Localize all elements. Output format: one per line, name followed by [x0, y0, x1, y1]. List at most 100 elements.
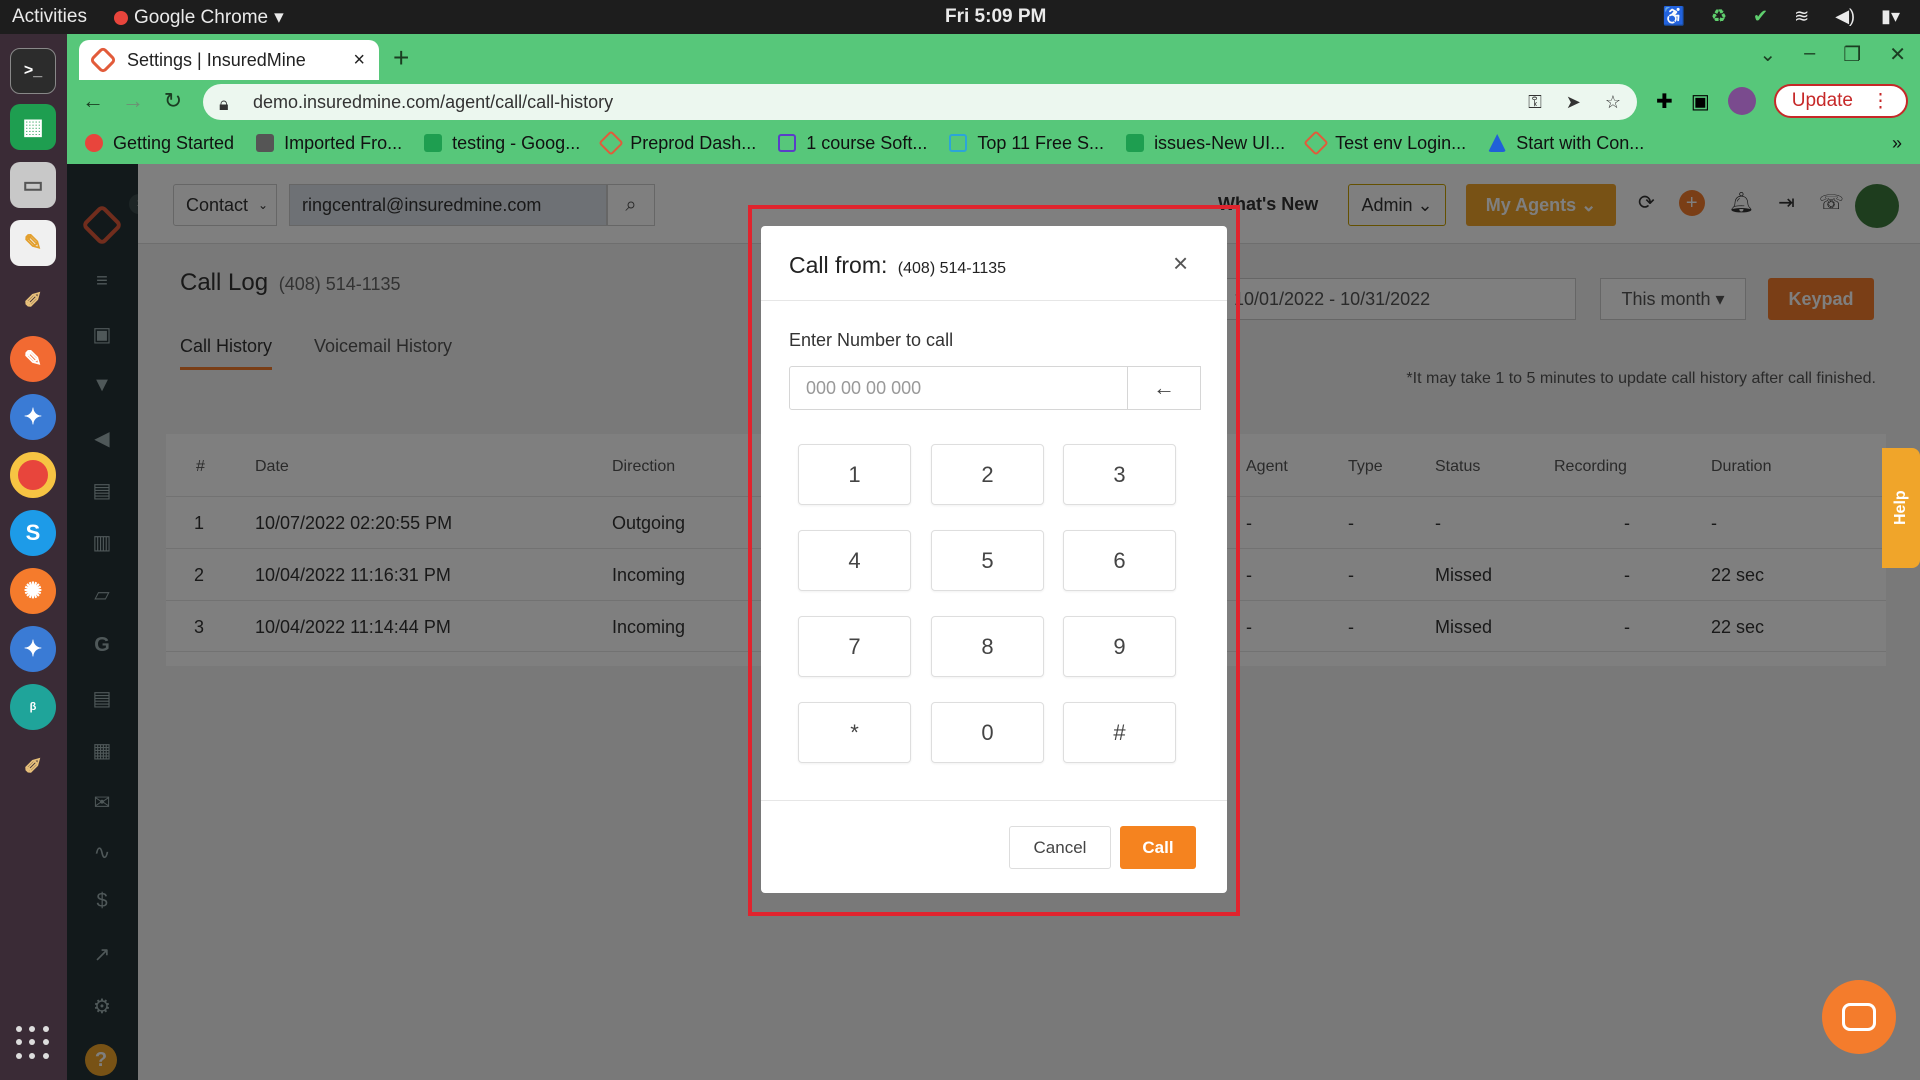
bookmark-item[interactable]: Top 11 Free S...: [949, 133, 1104, 154]
profile-icon[interactable]: [1727, 87, 1756, 115]
modal-footer-divider: [761, 800, 1227, 801]
maximize-icon[interactable]: ❐: [1843, 42, 1861, 67]
chrome-dock-icon[interactable]: [10, 452, 56, 498]
volume-icon[interactable]: ◀): [1835, 6, 1855, 27]
forward-icon[interactable]: →: [113, 88, 153, 114]
app-menu-label: Google Chrome: [134, 6, 269, 28]
window-controls: ⌄ – ❐ ✕: [1759, 42, 1906, 67]
folder-icon: [256, 134, 275, 152]
check-icon[interactable]: ✔: [1753, 6, 1768, 27]
bookmark-item[interactable]: 1 course Soft...: [778, 133, 927, 154]
extensions-icon[interactable]: ✚: [1656, 89, 1673, 114]
insuredmine-icon: [1303, 130, 1329, 156]
number-input[interactable]: [789, 366, 1128, 410]
activities-button[interactable]: Activities: [12, 6, 87, 28]
bookmark-item[interactable]: Preprod Dash...: [598, 130, 757, 156]
bookmark-item[interactable]: Start with Con...: [1488, 133, 1644, 154]
app-menu[interactable]: Google Chrome ▾: [114, 6, 284, 29]
modal-title-text: Call from:: [789, 252, 888, 278]
browser-tab[interactable]: Settings | InsuredMine ×: [79, 40, 379, 80]
back-icon[interactable]: ←: [73, 88, 113, 114]
star-icon[interactable]: ☆: [1605, 92, 1621, 113]
bookmark-label: issues-New UI...: [1154, 132, 1286, 153]
show-apps-icon[interactable]: [16, 1026, 50, 1060]
sidepanel-icon[interactable]: ▣: [1691, 89, 1710, 114]
battery-icon[interactable]: ▮▾: [1881, 6, 1900, 27]
recycle-icon[interactable]: ♻: [1711, 6, 1727, 27]
keypad-key-4[interactable]: 4: [798, 530, 911, 591]
key-icon[interactable]: ⚿: [1528, 92, 1542, 113]
bookmark-label: Preprod Dash...: [630, 132, 757, 153]
keypad-key-star[interactable]: *: [798, 702, 911, 763]
chevron-down-icon: ▾: [274, 7, 284, 28]
bookmark-label: Test env Login...: [1335, 132, 1467, 153]
keypad-key-9[interactable]: 9: [1063, 616, 1176, 677]
atlassian-icon: [1488, 134, 1507, 152]
keypad-key-2[interactable]: 2: [931, 444, 1044, 505]
keypad-key-3[interactable]: 3: [1063, 444, 1176, 505]
backspace-icon[interactable]: ←: [1128, 366, 1201, 410]
spreadsheet-icon[interactable]: ▦: [10, 104, 56, 150]
system-tray[interactable]: ♿ ♻ ✔ ≋ ◀) ▮▾: [1662, 6, 1900, 27]
keypad-key-7[interactable]: 7: [798, 616, 911, 677]
bookmark-logo-icon: [85, 134, 103, 152]
send-icon[interactable]: ➤: [1566, 92, 1581, 113]
firefox-icon[interactable]: ✺: [10, 568, 56, 614]
pen-tool-icon[interactable]: ✎: [10, 336, 56, 382]
bookmark-item[interactable]: testing - Goog...: [424, 133, 580, 154]
app-hub-2-icon[interactable]: ✦: [10, 626, 56, 672]
new-tab-button[interactable]: +: [393, 42, 409, 74]
accessibility-icon[interactable]: ♿: [1662, 6, 1684, 27]
keypad-key-6[interactable]: 6: [1063, 530, 1176, 591]
bookmark-item[interactable]: Getting Started: [85, 133, 234, 154]
bookmark-item[interactable]: Test env Login...: [1303, 130, 1467, 156]
chrome-icon: [114, 10, 128, 25]
help-label: Help: [1892, 490, 1909, 526]
navigation-bar: ← → ↻ 🔒︎ demo.insuredmine.com/agent/call…: [67, 80, 1920, 122]
insuredmine-icon: [598, 130, 624, 156]
browser-chrome: Settings | InsuredMine × + ⌄ – ❐ ✕ ← → ↻…: [67, 34, 1920, 164]
close-tab-icon[interactable]: ×: [353, 49, 365, 72]
wifi-icon[interactable]: ≋: [1794, 6, 1809, 27]
bookmark-label: testing - Goog...: [452, 132, 581, 153]
keypad-key-8[interactable]: 8: [931, 616, 1044, 677]
cancel-button[interactable]: Cancel: [1009, 826, 1111, 869]
chat-launcher-icon[interactable]: [1822, 980, 1896, 1054]
update-label: Update: [1791, 90, 1853, 111]
bookmark-label: Start with Con...: [1516, 132, 1645, 153]
from-number: (408) 514-1135: [897, 260, 1007, 277]
file-manager-icon[interactable]: ▭: [10, 162, 56, 208]
close-window-icon[interactable]: ✕: [1889, 42, 1906, 67]
dock: >_ ▦ ▭ ✎ ✐ ✎ ✦ S ✺ ✦ β ✐: [0, 34, 67, 1080]
tab-title: Settings | InsuredMine: [127, 49, 306, 70]
system-clock[interactable]: Fri 5:09 PM: [945, 6, 1046, 28]
sheets-icon: [424, 134, 443, 152]
update-button[interactable]: Update ⋮: [1773, 84, 1908, 118]
close-icon[interactable]: ×: [1173, 248, 1188, 279]
reload-icon[interactable]: ↻: [153, 88, 193, 114]
address-bar[interactable]: 🔒︎ demo.insuredmine.com/agent/call/call-…: [203, 84, 1637, 120]
keypad-key-hash[interactable]: #: [1063, 702, 1176, 763]
url-text: demo.insuredmine.com/agent/call/call-his…: [253, 91, 614, 112]
edge-beta-icon[interactable]: β: [10, 684, 56, 730]
text-editor-icon[interactable]: ✎: [10, 220, 56, 266]
bookmark-item[interactable]: issues-New UI...: [1126, 133, 1285, 154]
chevron-down-icon[interactable]: ⌄: [1759, 42, 1776, 67]
more-bookmarks-icon[interactable]: »: [1892, 133, 1902, 154]
kebab-menu-icon[interactable]: ⋮: [1871, 90, 1890, 113]
terminal-icon[interactable]: >_: [10, 48, 56, 94]
keypad-key-0[interactable]: 0: [931, 702, 1044, 763]
app-hub-icon[interactable]: ✦: [10, 394, 56, 440]
paint-icon[interactable]: ✐: [10, 278, 56, 324]
help-tab[interactable]: Help: [1882, 448, 1920, 568]
modal-title: Call from: (408) 514-1135: [789, 252, 1006, 279]
bookmark-item[interactable]: Imported Fro...: [256, 133, 402, 154]
paint-2-icon[interactable]: ✐: [10, 744, 56, 790]
keypad-key-1[interactable]: 1: [798, 444, 911, 505]
os-top-bar: Activities Google Chrome ▾ Fri 5:09 PM ♿…: [0, 0, 1920, 34]
bookmark-label: 1 course Soft...: [806, 132, 928, 153]
skype-icon[interactable]: S: [10, 510, 56, 556]
minimize-icon[interactable]: –: [1804, 42, 1815, 67]
call-button[interactable]: Call: [1120, 826, 1196, 869]
keypad-key-5[interactable]: 5: [931, 530, 1044, 591]
